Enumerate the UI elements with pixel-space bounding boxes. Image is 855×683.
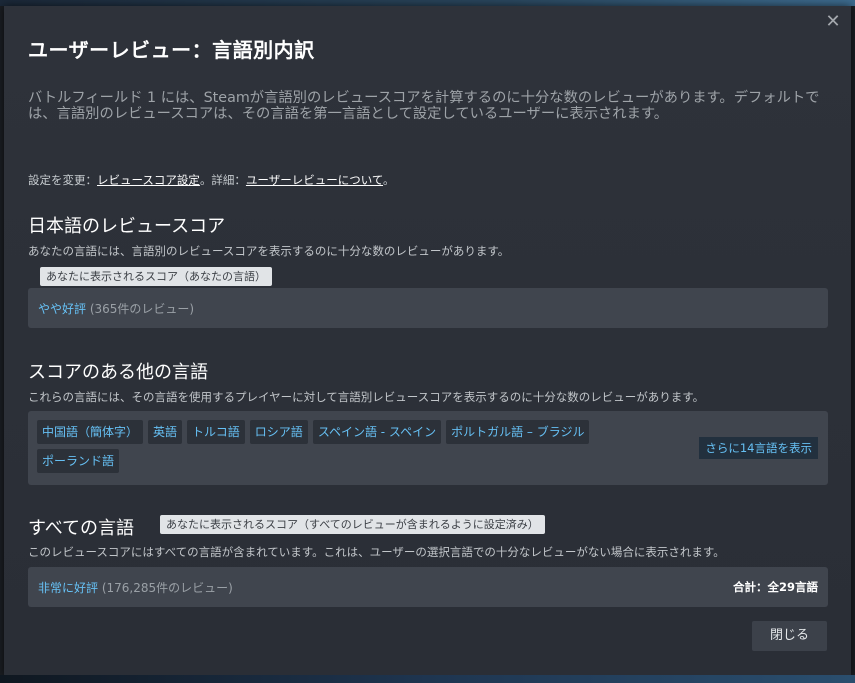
japanese-score-box: やや好評 (365件のレビュー) [28,288,828,328]
all-languages-score-box: 非常に好評 (176,285件のレビュー) 合計：全29言語 [28,567,828,607]
language-chip-russian[interactable]: ロシア語 [249,420,308,444]
other-languages-box: 中国語（簡体字） 英語 トルコ語 ロシア語 スペイン語 - スペイン ポルトガル… [28,411,828,485]
language-chip-portuguese-brazil[interactable]: ポルトガル語 – ブラジル [446,420,590,444]
settings-prefix: 設定を変更： [28,173,97,187]
all-reviews-score-tag: あなたに表示されるスコア（すべてのレビューが含まれるように設定済み） [160,515,545,534]
details-suffix: 。 [383,173,395,187]
total-languages-count: 合計：全29言語 [732,580,818,594]
your-language-score-tag: あなたに表示されるスコア（あなたの言語） [40,267,272,286]
close-button[interactable]: 閉じる [752,621,827,651]
japanese-section-description: あなたの言語には、言語別のレビュースコアを表示するのに十分な数のレビューがありま… [28,244,510,258]
all-languages-score-text: 非常に好評 (176,285件のレビュー) [38,579,233,596]
language-breakdown-dialog: ✕ ユーザーレビュー：言語別内訳 バトルフィールド 1 には、Steamが言語別… [4,6,851,675]
dialog-title: ユーザーレビュー：言語別内訳 [28,38,315,62]
language-chip-turkish[interactable]: トルコ語 [187,420,245,444]
language-chip-polish[interactable]: ポーランド語 [37,449,120,473]
japanese-section-title: 日本語のレビュースコア [28,216,226,237]
all-languages-review-count: (176,285件のレビュー) [98,581,233,595]
japanese-rating[interactable]: やや好評 [38,302,86,316]
details-prefix: 。詳細： [199,173,246,187]
intro-text: バトルフィールド 1 には、Steamが言語別のレビュースコアを計算するのに十分… [28,90,820,122]
japanese-review-count: (365件のレビュー) [86,302,195,316]
other-languages-section-title: スコアのある他の言語 [28,362,208,383]
language-chip-spanish[interactable]: スペイン語 - スペイン [312,420,442,444]
language-chip-chinese[interactable]: 中国語（簡体字） [37,420,144,444]
show-more-languages-button[interactable]: さらに14言語を表示 [699,437,818,459]
language-list: 中国語（簡体字） 英語 トルコ語 ロシア語 スペイン語 - スペイン ポルトガル… [37,420,657,473]
all-languages-rating[interactable]: 非常に好評 [38,581,98,595]
all-languages-section-title: すべての言語 [28,518,135,539]
japanese-score-text: やや好評 (365件のレビュー) [38,300,194,317]
language-chip-english[interactable]: 英語 [148,420,183,444]
other-languages-description: これらの言語には、その言語を使用するプレイヤーに対して言語別レビュースコアを表示… [28,390,705,404]
background-bottom-strip [0,675,855,683]
about-user-reviews-link[interactable]: ユーザーレビューについて [246,173,383,187]
review-score-settings-link[interactable]: レビュースコア設定 [97,173,200,187]
close-icon[interactable]: ✕ [823,12,843,32]
all-languages-description: このレビュースコアにはすべての言語が含まれています。これは、ユーザーの選択言語で… [28,545,725,559]
settings-line: 設定を変更：レビュースコア設定。詳細：ユーザーレビューについて。 [28,172,395,188]
